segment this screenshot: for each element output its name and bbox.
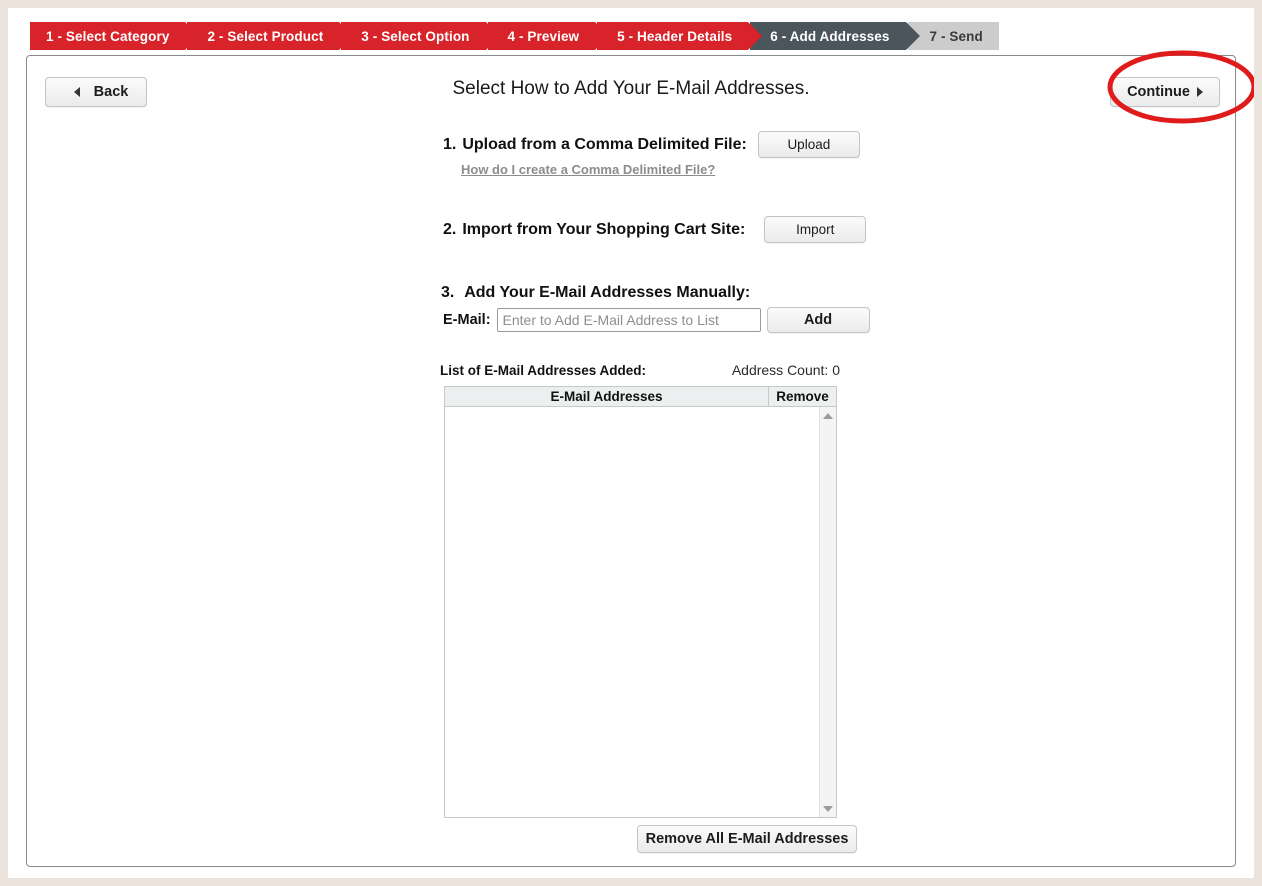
option-3-label: Add Your E-Mail Addresses Manually: <box>464 284 751 301</box>
add-button-label: Add <box>803 312 833 328</box>
option-1-label: Upload from a Comma Delimited File: <box>462 135 747 153</box>
wizard-step-label: 4 - Preview <box>507 28 580 44</box>
option-1-row: 1. Upload from a Comma Delimited File: U… <box>443 131 860 158</box>
email-field-label: E-Mail: <box>443 312 491 328</box>
email-address-list: E-Mail Addresses Remove <box>444 386 837 818</box>
step-chevron-icon <box>748 22 763 50</box>
option-2-number: 2. <box>443 220 457 238</box>
option-2-label: Import from Your Shopping Cart Site: <box>462 220 746 238</box>
column-header-remove: Remove <box>776 389 829 404</box>
content-panel: Back Continue Select How to Add Your E-M… <box>26 55 1236 867</box>
option-3-number: 3. <box>441 284 455 301</box>
wizard-step-7[interactable]: 7 - Send <box>907 22 999 50</box>
wizard-step-label: 7 - Send <box>929 28 983 44</box>
list-scrollbar[interactable] <box>819 407 836 817</box>
scroll-up-button[interactable] <box>820 407 837 424</box>
table-body <box>444 407 837 818</box>
wizard-step-label: 5 - Header Details <box>617 28 733 44</box>
option-1-number: 1. <box>443 135 457 153</box>
add-addresses-form: 1. Upload from a Comma Delimited File: U… <box>27 56 1235 866</box>
upload-button[interactable]: Upload <box>757 131 860 158</box>
remove-all-button-label: Remove All E-Mail Addresses <box>645 831 849 847</box>
wizard-step-2[interactable]: 2 - Select Product <box>187 22 354 50</box>
wizard-step-label: 2 - Select Product <box>207 28 324 44</box>
email-entry-row: E-Mail: Add <box>443 307 870 333</box>
email-input[interactable] <box>496 308 761 332</box>
wizard-step-5[interactable]: 5 - Header Details <box>597 22 763 50</box>
add-email-button[interactable]: Add <box>766 307 870 333</box>
comma-delimited-help-link[interactable]: How do I create a Comma Delimited File? <box>461 162 715 177</box>
triangle-down-icon <box>823 805 833 812</box>
wizard-step-6[interactable]: 6 - Add Addresses <box>750 22 920 50</box>
remove-all-addresses-button[interactable]: Remove All E-Mail Addresses <box>637 825 857 853</box>
app-page: 1 - Select Category 2 - Select Product 3… <box>8 8 1254 878</box>
step-chevron-icon <box>485 22 500 50</box>
wizard-step-3[interactable]: 3 - Select Option <box>341 22 500 50</box>
wizard-steps: 1 - Select Category 2 - Select Product 3… <box>30 22 1001 50</box>
scroll-down-button[interactable] <box>820 800 837 817</box>
import-button[interactable]: Import <box>764 216 867 243</box>
option-2-row: 2. Import from Your Shopping Cart Site: … <box>443 216 867 243</box>
triangle-up-icon <box>823 412 833 419</box>
step-chevron-icon <box>905 22 920 50</box>
wizard-step-label: 1 - Select Category <box>46 28 170 44</box>
address-count: Address Count: 0 <box>731 362 840 378</box>
list-caption: List of E-Mail Addresses Added: <box>440 363 647 378</box>
wizard-step-label: 6 - Add Addresses <box>770 28 890 44</box>
import-button-label: Import <box>796 222 835 237</box>
option-3-heading: 3. Add Your E-Mail Addresses Manually: <box>441 284 750 302</box>
wizard-step-1[interactable]: 1 - Select Category <box>30 22 200 50</box>
wizard-step-4[interactable]: 4 - Preview <box>487 22 610 50</box>
wizard-step-label: 3 - Select Option <box>361 28 470 44</box>
column-header-email-addresses: E-Mail Addresses <box>445 387 769 406</box>
step-chevron-icon <box>339 22 354 50</box>
table-header-row: E-Mail Addresses Remove <box>444 386 837 407</box>
step-chevron-icon <box>185 22 200 50</box>
upload-button-label: Upload <box>787 137 831 152</box>
step-chevron-icon <box>595 22 610 50</box>
